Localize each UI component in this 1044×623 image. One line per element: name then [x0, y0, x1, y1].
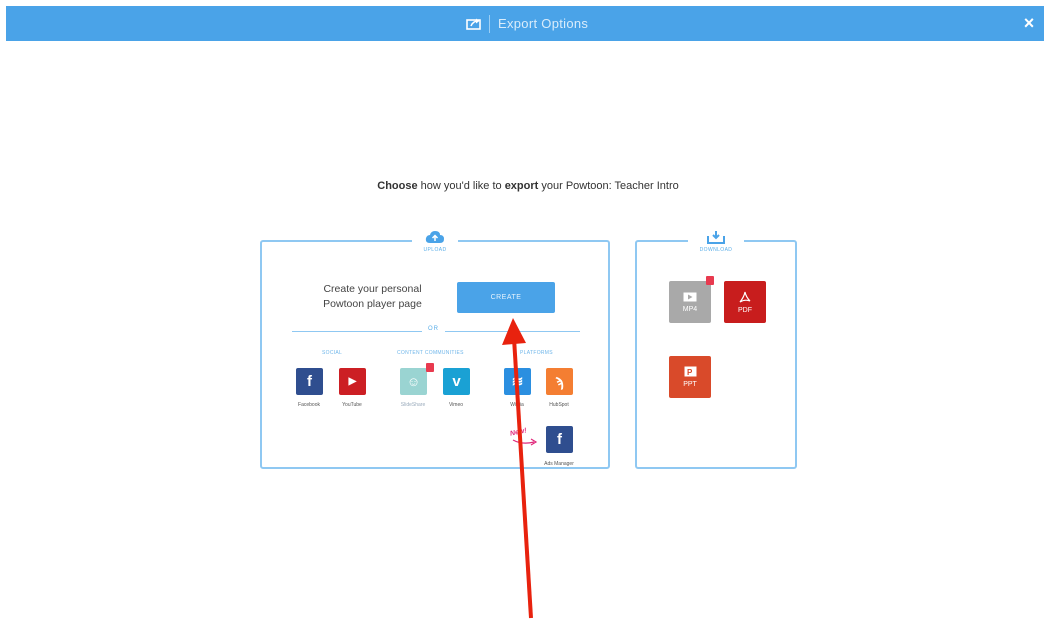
heading-powtoon: your Powtoon: Teacher Intro	[538, 180, 679, 192]
create-button[interactable]: CREATE	[457, 282, 555, 313]
heading-choose: Choose	[377, 180, 418, 192]
header-title-group: Export Options	[466, 6, 588, 41]
video-icon	[683, 292, 697, 301]
heading-text: how you'd like to	[417, 180, 505, 192]
youtube-icon: ▶	[348, 376, 357, 387]
or-label: OR	[422, 326, 445, 332]
ads-manager-label: Ads Manager	[544, 461, 574, 467]
acrobat-icon	[739, 291, 751, 303]
youtube-label: YouTube	[342, 402, 362, 408]
lock-icon	[426, 363, 434, 372]
category-content-communities: CONTENT COMMUNITIES	[397, 350, 464, 356]
category-platforms: PLATFORMS	[520, 350, 553, 356]
facebook-tile[interactable]: f	[296, 368, 323, 395]
header-title: Export Options	[498, 16, 589, 31]
download-label: DOWNLOAD	[699, 247, 733, 253]
ads-manager-tile[interactable]: f	[546, 426, 573, 453]
header-bar: Export Options ×	[6, 6, 1044, 41]
ppt-label: PPT	[683, 381, 697, 388]
powerpoint-icon: P	[684, 366, 696, 377]
youtube-tile[interactable]: ▶	[339, 368, 366, 395]
vimeo-label: Vimeo	[448, 402, 464, 408]
wistia-label: Wistia	[510, 402, 524, 408]
heading-export: export	[504, 180, 539, 192]
share-export-icon	[466, 18, 481, 30]
hubspot-label: HubSpot	[549, 402, 569, 408]
upload-label: UPLOAD	[423, 247, 447, 253]
svg-text:P: P	[687, 368, 693, 377]
download-header: DOWNLOAD	[637, 230, 795, 256]
create-description: Create your personal Powtoon player page	[323, 283, 422, 310]
download-tray-icon	[707, 231, 725, 244]
upload-panel: UPLOAD Create your personal Powtoon play…	[260, 230, 610, 469]
download-panel: DOWNLOAD MP4 PDF P PPT	[635, 230, 797, 469]
pointer-arrow-icon	[512, 438, 538, 446]
slideshare-icon: ☺	[406, 374, 421, 389]
close-icon[interactable]: ×	[1020, 13, 1038, 33]
lock-icon	[706, 276, 714, 285]
hubspot-icon: ϡ	[555, 373, 564, 390]
pdf-label: PDF	[738, 306, 752, 314]
slideshare-tile[interactable]: ☺	[400, 368, 427, 395]
mp4-label: MP4	[682, 305, 698, 313]
hubspot-tile[interactable]: ϡ	[546, 368, 573, 395]
header-separator	[489, 14, 490, 33]
facebook-icon: f	[307, 373, 312, 390]
pdf-tile[interactable]: PDF	[724, 281, 766, 323]
cloud-upload-icon	[425, 231, 444, 243]
upload-header: UPLOAD	[262, 230, 608, 256]
ppt-tile[interactable]: P PPT	[669, 356, 711, 398]
vimeo-icon: v	[452, 373, 461, 390]
slideshare-label: SlideShare	[400, 402, 426, 408]
category-social: SOCIAL	[322, 350, 343, 356]
facebook-label: Facebook	[298, 402, 320, 408]
facebook-icon: f	[557, 431, 562, 448]
vimeo-tile[interactable]: v	[443, 368, 470, 395]
mp4-tile[interactable]: MP4	[669, 281, 711, 323]
wistia-icon: ≋	[511, 373, 524, 389]
page-heading: Choose how you'd like to export your Pow…	[0, 180, 1044, 192]
wistia-tile[interactable]: ≋	[504, 368, 531, 395]
